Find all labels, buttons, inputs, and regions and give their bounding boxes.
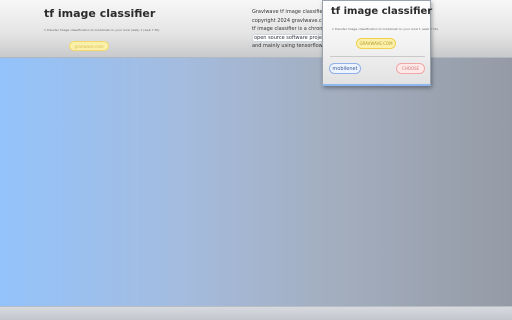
site-link-button[interactable]: gravwave.com — [69, 41, 109, 51]
choose-image-button[interactable]: CHOOSE — [396, 63, 425, 74]
popup-site-button[interactable]: GRAVWAVE.COM — [356, 38, 396, 49]
about-line: and mainly using tensorflowjs — [252, 43, 324, 49]
popup-divider — [330, 56, 425, 57]
extension-popup: tf image classifier 1 Transfer Image cla… — [322, 0, 438, 86]
popup-title: tf image classifier — [331, 6, 433, 17]
about-line: Gravlwave tf image classifier — [252, 9, 324, 15]
model-select-button[interactable]: mobilenet — [329, 63, 361, 74]
page-subtitle: 1 Transfer Image classification to model… — [44, 28, 160, 32]
page-footer — [0, 306, 512, 320]
about-text: Gravlwave tf image classifier copyright … — [252, 8, 324, 51]
page-title: tf image classifier — [44, 7, 156, 20]
project-link[interactable]: open source software project — [252, 33, 324, 42]
about-line: copyright 2024 gravlwave.com — [252, 17, 324, 24]
about-line: tf image classifier is a chrome — [252, 26, 324, 32]
popup-subtitle: 1 Transfer Image classification to model… — [332, 27, 438, 31]
